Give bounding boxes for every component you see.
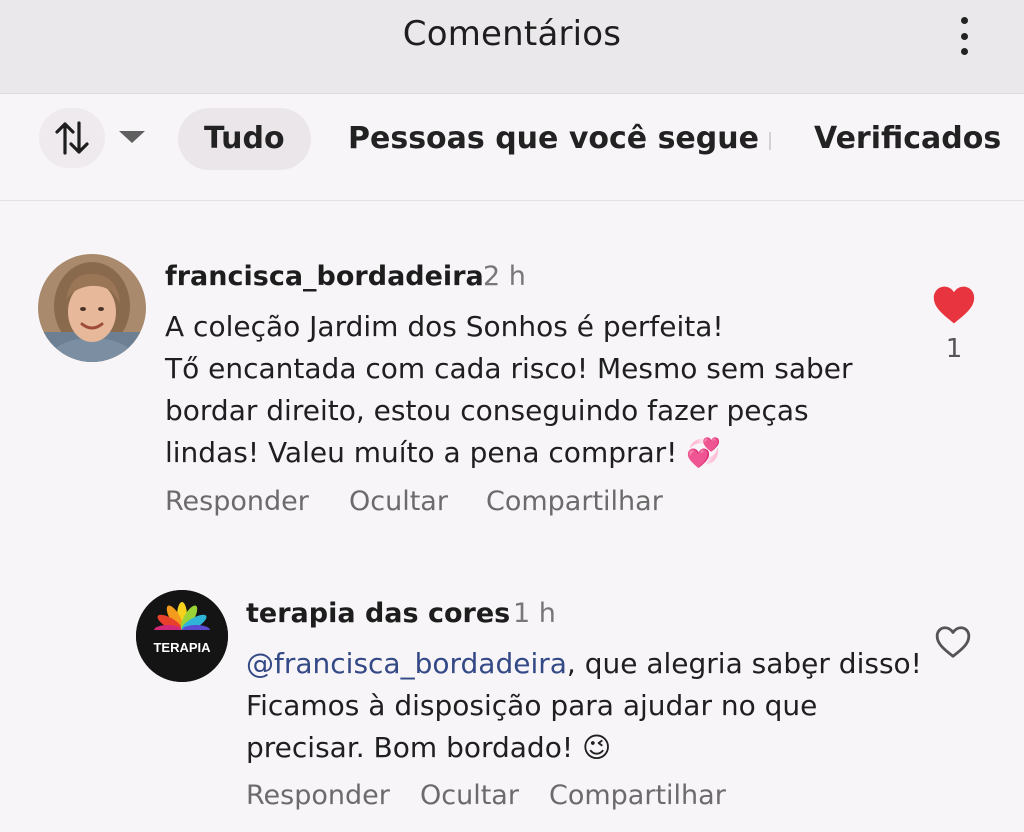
- reply-button[interactable]: Responder: [165, 486, 309, 517]
- comment-text-line: lindas! Valeu muíto a pena comprar! 💞: [165, 436, 722, 469]
- heart-outline-icon: [935, 626, 971, 658]
- sort-button[interactable]: [39, 108, 105, 168]
- comment-username[interactable]: francisca_bordadeira: [165, 261, 484, 292]
- sort-arrows-icon: [55, 121, 89, 155]
- like-count: 1: [945, 334, 963, 364]
- filter-chip-verified[interactable]: Verificados: [814, 108, 1001, 170]
- brand-logo-icon: [136, 590, 228, 682]
- filter-bar: Tudo Pessoas que você segue Verificados: [0, 94, 1024, 201]
- mention-link[interactable]: @francisca_bordadeira: [246, 647, 567, 680]
- caret-down-icon[interactable]: [119, 131, 145, 143]
- comment-text-line: @francisca_bordadeira, que alegria sabȩr…: [246, 643, 922, 685]
- comment-text-line: Ficamos à disposição para ajudar no que: [246, 689, 818, 722]
- reply-button[interactable]: Responder: [246, 780, 390, 811]
- comment-username[interactable]: terapia das cores: [246, 598, 510, 629]
- comment-text-segment: , que alegria sabȩr disso!: [566, 647, 922, 680]
- comment-time: 1 h: [513, 598, 556, 629]
- comment-text-line: bordar direito, estou conseguindo fazer …: [165, 394, 809, 427]
- avatar[interactable]: TERAPIA: [136, 590, 228, 682]
- heart-filled-icon: [933, 286, 975, 324]
- comment-text-line: precisar. Bom bordado! 😉: [246, 731, 612, 764]
- comment-text-line: Tő encantada com cada risco! Mesmo sem s…: [165, 352, 853, 385]
- user-photo-icon: [38, 254, 146, 362]
- comment-time: 2 h: [483, 261, 526, 292]
- header-bar: Comentários: [0, 0, 1024, 94]
- like-button[interactable]: [934, 624, 972, 660]
- filter-chip-following[interactable]: Pessoas que você segue: [348, 108, 759, 170]
- avatar[interactable]: [38, 254, 146, 362]
- hide-button[interactable]: Ocultar: [349, 486, 448, 517]
- share-button[interactable]: Compartilhar: [486, 486, 663, 517]
- comment-text-line: A coleção Jardim dos Sonhos é perfeita!: [165, 310, 724, 343]
- filter-chip-all[interactable]: Tudo: [178, 108, 311, 170]
- hide-button[interactable]: Ocultar: [420, 780, 519, 811]
- chip-divider: [769, 132, 771, 150]
- more-options-icon[interactable]: [948, 14, 980, 58]
- like-button[interactable]: [932, 284, 976, 326]
- share-button[interactable]: Compartilhar: [549, 780, 726, 811]
- logo-text: TERAPIA: [153, 640, 211, 655]
- page-title: Comentários: [402, 14, 622, 54]
